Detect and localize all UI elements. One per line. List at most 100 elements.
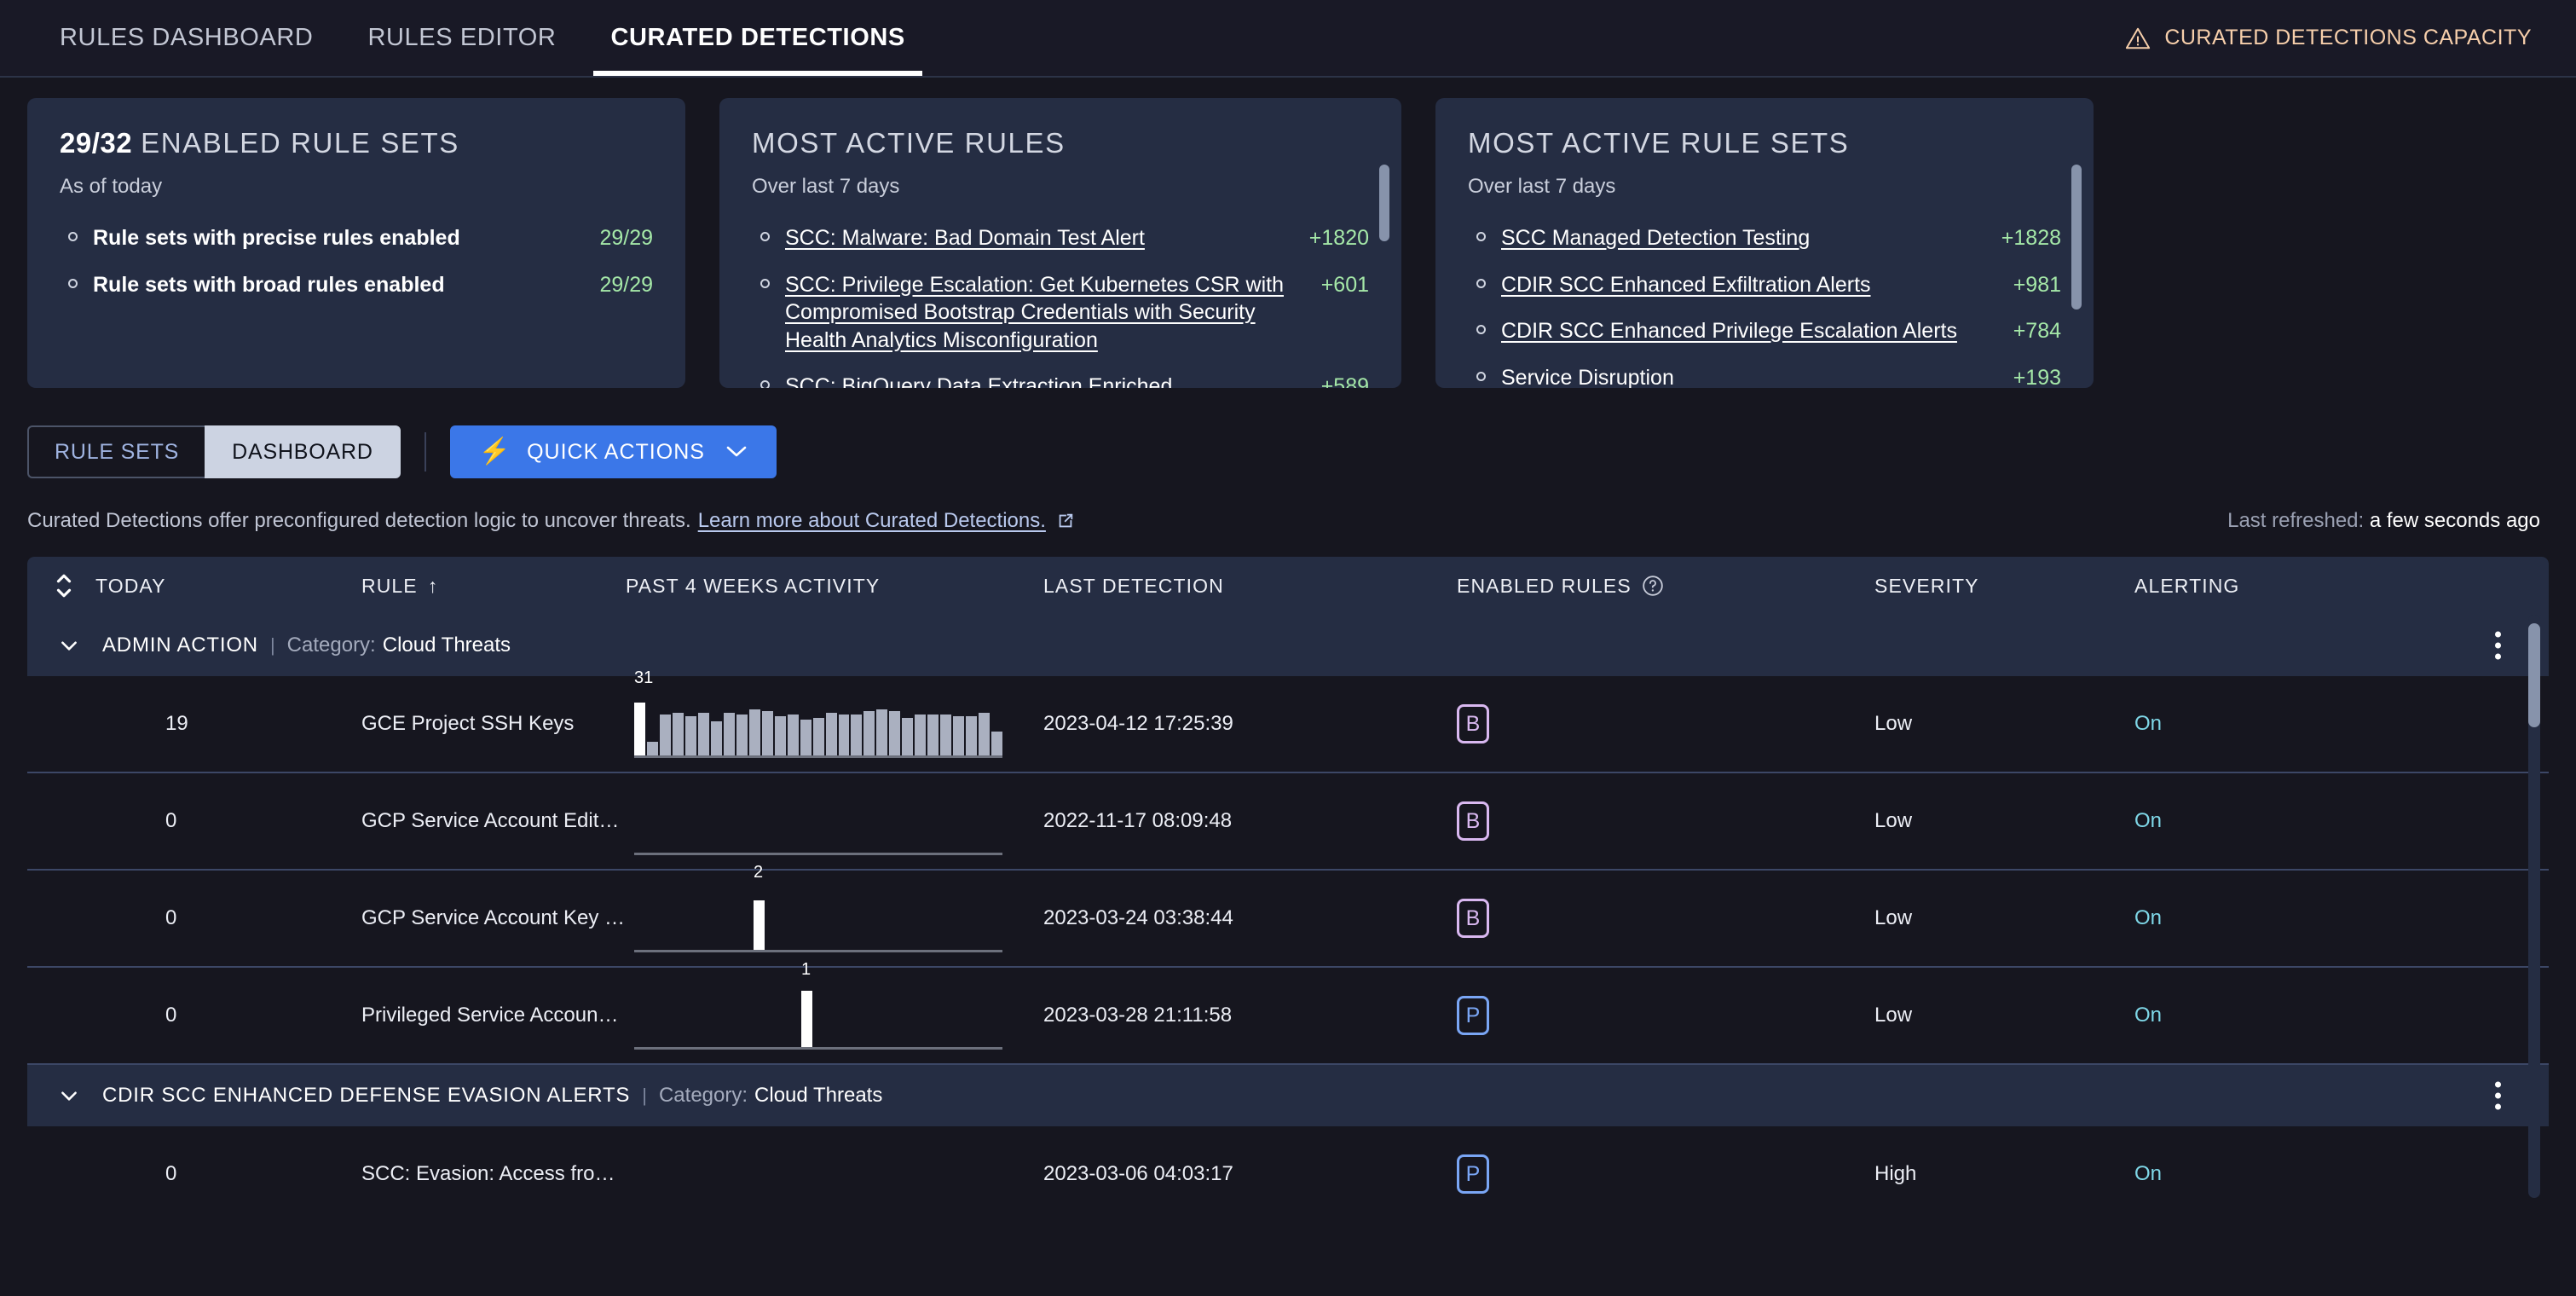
view-toolbar: RULE SETS DASHBOARD ⚡ QUICK ACTIONS bbox=[0, 388, 2576, 478]
rule-link[interactable]: SCC: Malware: Bad Domain Test Alert bbox=[785, 224, 1309, 252]
sparkline-bars bbox=[634, 983, 1002, 1047]
card-scrollbar-thumb[interactable] bbox=[1379, 165, 1389, 241]
cell-severity: Low bbox=[1874, 809, 1913, 832]
chevron-down-icon[interactable] bbox=[58, 634, 80, 657]
group-more-options-icon[interactable] bbox=[2495, 1081, 2501, 1110]
broad-rules-badge[interactable]: B bbox=[1457, 704, 1489, 743]
rule-sets-toggle-button[interactable]: RULE SETS bbox=[27, 425, 205, 478]
table-row[interactable]: 0 GCP Service Account Edit… 2022-11-17 0… bbox=[27, 773, 2549, 871]
card-title: MOST ACTIVE RULE SETS bbox=[1468, 127, 1850, 159]
card-most-active-rules: MOST ACTIVE RULES Over last 7 days SCC: … bbox=[719, 98, 1401, 388]
external-link-icon[interactable] bbox=[1056, 512, 1075, 530]
broad-rules-badge[interactable]: B bbox=[1457, 899, 1489, 938]
table-row[interactable]: 0 SCC: Evasion: Access from… 2023-03-06 … bbox=[27, 1126, 2549, 1198]
cell-alerting[interactable]: On bbox=[2134, 906, 2390, 930]
group-separator: | bbox=[269, 634, 275, 656]
sparkline-bars bbox=[634, 691, 1003, 755]
view-toggle-group: RULE SETS DASHBOARD bbox=[27, 425, 401, 478]
card-scrollbar-thumb[interactable] bbox=[2071, 165, 2082, 310]
tab-rules-dashboard[interactable]: RULES DASHBOARD bbox=[49, 0, 340, 76]
last-refreshed-label: Last refreshed: bbox=[2227, 509, 2365, 532]
precise-rules-badge[interactable]: P bbox=[1457, 996, 1489, 1035]
learn-more-link[interactable]: Learn more about Curated Detections. bbox=[698, 509, 1046, 533]
column-header-label: PAST 4 WEEKS ACTIVITY bbox=[626, 574, 881, 597]
rule-set-count: +981 bbox=[2013, 272, 2061, 297]
cell-rule: Privileged Service Accoun… bbox=[361, 1004, 619, 1027]
table-row[interactable]: 0 GCP Service Account Key … 2 2023-03-24… bbox=[27, 863, 2549, 968]
table-row[interactable]: 19 GCE Project SSH Keys 31 2023-04-12 17… bbox=[27, 668, 2549, 773]
tab-curated-detections[interactable]: CURATED DETECTIONS bbox=[583, 0, 932, 76]
cell-severity: High bbox=[1874, 1162, 1917, 1185]
column-header-alerting[interactable]: ALERTING bbox=[2134, 575, 2390, 598]
lightning-bolt-icon: ⚡ bbox=[478, 437, 512, 466]
column-header-rule[interactable]: RULE ↑ bbox=[361, 575, 626, 598]
rule-link[interactable]: SCC: Privilege Escalation: Get Kubernete… bbox=[785, 271, 1321, 355]
column-header-label: ENABLED RULES bbox=[1457, 574, 1632, 597]
most-active-rules-list: SCC: Malware: Bad Domain Test Alert +182… bbox=[752, 224, 1369, 388]
rule-set-link[interactable]: CDIR SCC Enhanced Privilege Escalation A… bbox=[1501, 317, 2013, 345]
dashboard-toggle-button[interactable]: DASHBOARD bbox=[205, 425, 401, 478]
card-title: MOST ACTIVE RULES bbox=[752, 127, 1066, 159]
table-row[interactable]: 0 Privileged Service Accoun… 1 2023-03-2… bbox=[27, 960, 2549, 1065]
card-subtitle: Over last 7 days bbox=[1468, 175, 1616, 198]
column-header-today[interactable]: TODAY bbox=[55, 571, 361, 600]
group-category-value: Cloud Threats bbox=[382, 634, 511, 657]
bullet-dot-icon bbox=[760, 278, 770, 288]
list-item-label: Rule sets with precise rules enabled bbox=[93, 226, 460, 250]
collapse-all-icon[interactable] bbox=[55, 571, 73, 600]
bullet-dot-icon bbox=[1476, 232, 1486, 241]
cell-severity: Low bbox=[1874, 1004, 1913, 1027]
column-header-activity: PAST 4 WEEKS ACTIVITY bbox=[626, 575, 1043, 598]
cell-alerting[interactable]: On bbox=[2134, 1004, 2390, 1027]
quick-actions-button[interactable]: ⚡ QUICK ACTIONS bbox=[449, 425, 777, 478]
detections-table: TODAY RULE ↑ PAST 4 WEEKS ACTIVITY LAST … bbox=[27, 557, 2549, 1198]
cell-today: 19 bbox=[165, 712, 188, 735]
table-scrollbar-thumb[interactable] bbox=[2528, 623, 2540, 727]
bullet-dot-icon bbox=[760, 232, 770, 241]
dashboard-toggle-label: DASHBOARD bbox=[232, 439, 373, 464]
list-item: CDIR SCC Enhanced Exfiltration Alerts +9… bbox=[1468, 271, 2061, 299]
card-enabled-rule-sets: 29/32 ENABLED RULE SETS As of today Rule … bbox=[27, 98, 685, 388]
cell-enabled-rules: B bbox=[1457, 899, 1874, 938]
rule-set-link[interactable]: CDIR SCC Enhanced Exfiltration Alerts bbox=[1501, 271, 2013, 299]
cell-alerting[interactable]: On bbox=[2134, 712, 2390, 736]
rule-set-link[interactable]: SCC Managed Detection Testing bbox=[1501, 224, 2001, 252]
cell-alerting[interactable]: On bbox=[2134, 1162, 2390, 1186]
precise-rules-badge[interactable]: P bbox=[1457, 1154, 1489, 1194]
curated-detections-capacity-button[interactable]: CURATED DETECTIONS CAPACITY bbox=[2125, 26, 2542, 51]
top-navigation-bar: RULES DASHBOARD RULES EDITOR CURATED DET… bbox=[0, 0, 2576, 78]
cell-rule: GCP Service Account Key … bbox=[361, 906, 626, 929]
column-header-last-detection[interactable]: LAST DETECTION bbox=[1043, 575, 1457, 598]
group-name: ADMIN ACTION bbox=[102, 634, 258, 657]
chevron-down-icon[interactable] bbox=[58, 1085, 80, 1107]
list-item: Rule sets with broad rules enabled 29/29 bbox=[60, 271, 653, 299]
tab-rules-editor[interactable]: RULES EDITOR bbox=[340, 0, 583, 76]
group-more-options-icon[interactable] bbox=[2495, 631, 2501, 660]
cell-enabled-rules: B bbox=[1457, 801, 1874, 841]
help-circle-icon[interactable] bbox=[1642, 575, 1664, 597]
group-category-label: Category: bbox=[658, 1084, 748, 1107]
table-group-header[interactable]: CDIR SCC ENHANCED DEFENSE EVASION ALERTS… bbox=[27, 1065, 2549, 1126]
bullet-dot-icon bbox=[1476, 371, 1486, 381]
column-header-severity[interactable]: SEVERITY bbox=[1874, 575, 2134, 598]
capacity-label: CURATED DETECTIONS CAPACITY bbox=[2164, 26, 2532, 49]
cell-today: 0 bbox=[165, 1162, 177, 1185]
rule-set-link[interactable]: Service Disruption bbox=[1501, 364, 2013, 389]
sparkline-bars bbox=[634, 789, 1002, 853]
table-group-header[interactable]: ADMIN ACTION | Category: Cloud Threats bbox=[27, 615, 2549, 676]
bullet-dot-icon bbox=[68, 278, 78, 288]
rule-count: +1820 bbox=[1308, 226, 1369, 250]
sparkline-baseline bbox=[634, 1047, 1002, 1050]
cell-today: 0 bbox=[165, 809, 177, 832]
rule-set-count: +193 bbox=[2013, 365, 2061, 389]
cell-alerting[interactable]: On bbox=[2134, 809, 2390, 833]
cell-enabled-rules: B bbox=[1457, 704, 1874, 743]
list-item: Service Disruption +193 bbox=[1468, 364, 2061, 389]
tab-label: RULES DASHBOARD bbox=[60, 24, 314, 51]
rule-count: +601 bbox=[1320, 272, 1369, 297]
group-category-value: Cloud Threats bbox=[754, 1084, 883, 1107]
list-item-label: Rule sets with broad rules enabled bbox=[93, 272, 445, 297]
cell-last-detection: 2023-04-12 17:25:39 bbox=[1043, 712, 1233, 735]
rule-link[interactable]: SCC: BigQuery Data Extraction Enriched bbox=[785, 373, 1321, 388]
broad-rules-badge[interactable]: B bbox=[1457, 801, 1489, 841]
